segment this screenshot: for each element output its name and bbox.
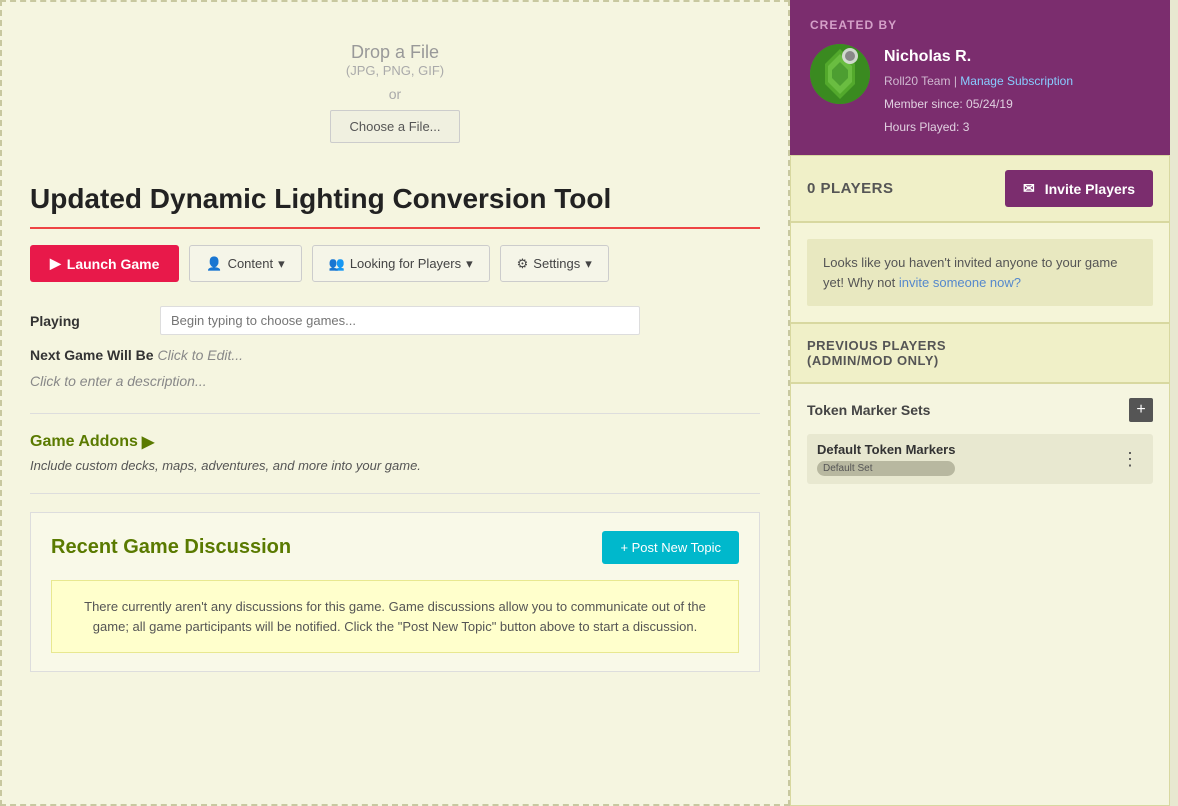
settings-label: Settings xyxy=(533,256,580,271)
section-divider xyxy=(30,413,760,414)
settings-icon: ⚙ xyxy=(517,256,529,272)
token-marker-name: Default Token Markers xyxy=(817,442,955,457)
member-since: Member since: 05/24/19 xyxy=(884,95,1073,114)
creator-details: Nicholas R. Roll20 Team | Manage Subscri… xyxy=(884,44,1073,137)
post-new-topic-button[interactable]: + Post New Topic xyxy=(602,531,739,564)
main-content: Drop a File (JPG, PNG, GIF) or Choose a … xyxy=(0,0,790,806)
prev-players-title-text: PREVIOUS PLAYERS xyxy=(807,338,946,353)
playing-label: Playing xyxy=(30,313,150,329)
description-edit[interactable]: Click to enter a description... xyxy=(30,373,760,389)
sidebar: CREATED BY Nicholas R. Roll20 Team | Man… xyxy=(790,0,1170,806)
addons-title: Game Addons ▶ xyxy=(30,432,760,452)
game-title: Updated Dynamic Lighting Conversion Tool xyxy=(30,183,760,215)
content-button[interactable]: 👤 Content xyxy=(189,245,301,282)
invite-players-label: Invite Players xyxy=(1045,181,1135,197)
no-players-section: Looks like you haven't invited anyone to… xyxy=(790,222,1170,323)
looking-for-players-button[interactable]: 👥 Looking for Players xyxy=(312,245,490,282)
playing-input[interactable] xyxy=(160,306,640,335)
discussion-header: Recent Game Discussion + Post New Topic xyxy=(51,531,739,564)
players-section: 0 PLAYERS Invite Players xyxy=(790,155,1170,222)
invite-players-button[interactable]: Invite Players xyxy=(1005,170,1153,207)
previous-players-section: PREVIOUS PLAYERS (ADMIN/MOD ONLY) xyxy=(790,323,1170,383)
no-players-message: Looks like you haven't invited anyone to… xyxy=(807,239,1153,306)
creator-name: Nicholas R. xyxy=(884,44,1073,70)
section-divider-2 xyxy=(30,493,760,494)
drop-title: Drop a File xyxy=(22,42,768,63)
settings-chevron-icon xyxy=(585,256,592,272)
action-buttons-row: Launch Game 👤 Content 👥 Looking for Play… xyxy=(30,245,760,282)
playing-row: Playing xyxy=(30,306,760,335)
next-game-row: Next Game Will Be Click to Edit... xyxy=(30,347,760,363)
game-content-area: Updated Dynamic Lighting Conversion Tool… xyxy=(2,163,788,692)
token-marker-item: Default Token Markers Default Set ⋮ xyxy=(807,434,1153,484)
token-section-title: Token Marker Sets xyxy=(807,402,930,418)
prev-players-subtitle: (ADMIN/MOD ONLY) xyxy=(807,353,939,368)
choose-file-button[interactable]: Choose a File... xyxy=(330,110,459,143)
content-chevron-icon xyxy=(278,256,285,272)
token-marker-left: Default Token Markers Default Set xyxy=(817,442,955,476)
drop-or: or xyxy=(22,86,768,102)
add-token-set-button[interactable]: + xyxy=(1129,398,1153,422)
hours-played: Hours Played: 3 xyxy=(884,118,1073,137)
addons-desc: Include custom decks, maps, adventures, … xyxy=(30,458,760,473)
manage-subscription-link[interactable]: Manage Subscription xyxy=(960,74,1073,88)
discussion-notice: There currently aren't any discussions f… xyxy=(51,580,739,653)
token-marker-section: Token Marker Sets + Default Token Marker… xyxy=(790,383,1170,806)
invite-someone-link[interactable]: invite someone now? xyxy=(899,275,1021,290)
drop-subtitle: (JPG, PNG, GIF) xyxy=(22,63,768,78)
discussion-section: Recent Game Discussion + Post New Topic … xyxy=(30,512,760,672)
token-section-header: Token Marker Sets + xyxy=(807,398,1153,422)
creator-team-text: Roll20 Team | xyxy=(884,74,957,88)
discussion-title: Recent Game Discussion xyxy=(51,536,291,559)
creator-info: Nicholas R. Roll20 Team | Manage Subscri… xyxy=(810,44,1150,137)
token-more-button[interactable]: ⋮ xyxy=(1117,450,1143,468)
envelope-icon xyxy=(1023,180,1039,197)
title-divider xyxy=(30,227,760,229)
lfp-icon: 👥 xyxy=(329,256,345,272)
content-label: Content xyxy=(228,256,274,271)
content-icon: 👤 xyxy=(206,256,222,272)
creator-team: Roll20 Team | Manage Subscription xyxy=(884,72,1073,91)
drop-zone: Drop a File (JPG, PNG, GIF) or Choose a … xyxy=(2,2,788,163)
lfp-label: Looking for Players xyxy=(350,256,461,271)
players-count: 0 PLAYERS xyxy=(807,180,893,197)
settings-button[interactable]: ⚙ Settings xyxy=(500,245,609,282)
launch-game-label: Launch Game xyxy=(67,256,160,272)
token-default-badge: Default Set xyxy=(817,461,955,476)
created-by-title: CREATED BY xyxy=(810,18,1150,32)
next-game-edit[interactable]: Click to Edit... xyxy=(157,347,243,363)
avatar xyxy=(810,44,870,104)
lfp-chevron-icon xyxy=(466,256,473,272)
addons-arrow-icon: ▶ xyxy=(142,432,154,452)
created-by-section: CREATED BY Nicholas R. Roll20 Team | Man… xyxy=(790,0,1170,155)
play-icon xyxy=(50,255,61,272)
prev-players-title: PREVIOUS PLAYERS (ADMIN/MOD ONLY) xyxy=(807,338,1153,368)
launch-game-button[interactable]: Launch Game xyxy=(30,245,179,282)
next-game-label: Next Game Will Be xyxy=(30,347,154,363)
addons-title-text: Game Addons xyxy=(30,433,138,451)
